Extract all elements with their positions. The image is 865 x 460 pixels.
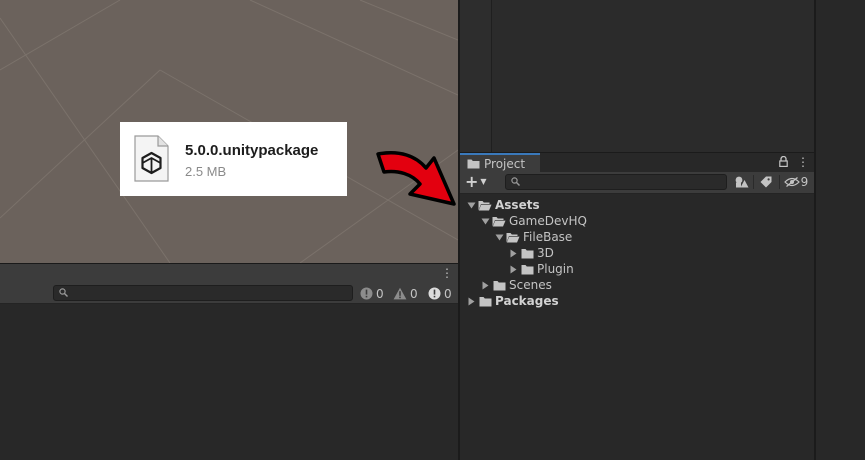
unity-package-file[interactable]: 5.0.0.unitypackage 2.5 MB	[120, 122, 347, 196]
right-panel	[816, 0, 865, 460]
tree-item-assets[interactable]: Assets	[465, 197, 540, 213]
console-log-area[interactable]	[0, 304, 458, 460]
create-asset-button[interactable]: + ▼	[465, 174, 495, 190]
warning-icon	[393, 287, 407, 300]
folder-icon	[467, 158, 480, 172]
warning-count-toggle[interactable]: 0	[393, 285, 418, 302]
tab-project[interactable]: Project	[460, 153, 540, 172]
filter-by-type-icon[interactable]	[732, 173, 752, 191]
warning-count: 0	[410, 286, 418, 301]
tree-item-label: Plugin	[537, 262, 574, 276]
log-count-toggle[interactable]: 0	[360, 285, 384, 302]
toolbar-separator	[779, 175, 780, 189]
tree-item-label: 3D	[537, 246, 554, 260]
console-menu-kebab-icon[interactable]: ⋮	[441, 265, 453, 281]
log-count: 0	[376, 286, 384, 301]
tree-item-3d[interactable]: 3D	[507, 245, 554, 261]
side-strip	[460, 0, 491, 152]
collapsed-arrow-icon[interactable]	[507, 261, 519, 277]
lock-icon[interactable]	[779, 155, 788, 170]
tree-item-label: Packages	[495, 294, 559, 308]
open-folder-icon	[477, 197, 493, 213]
tree-item-packages[interactable]: Packages	[465, 293, 559, 309]
tab-project-label: Project	[484, 157, 526, 171]
hidden-packages-toggle[interactable]: 9	[781, 173, 811, 191]
expanded-arrow-icon[interactable]	[479, 213, 491, 229]
collapsed-arrow-icon[interactable]	[479, 277, 491, 293]
search-icon	[511, 177, 520, 190]
hidden-packages-count: 9	[800, 175, 809, 189]
project-menu-kebab-icon[interactable]: ⋮	[797, 154, 809, 170]
package-file-size: 2.5 MB	[185, 164, 227, 179]
console-header	[0, 264, 458, 282]
error-count: 0	[444, 286, 452, 301]
tree-item-gamedevhq[interactable]: GameDevHQ	[479, 213, 587, 229]
error-count-toggle[interactable]: 0	[428, 285, 452, 302]
console-search-input[interactable]	[53, 285, 353, 301]
inspector-panel	[492, 0, 814, 152]
tree-item-label: FileBase	[523, 230, 573, 244]
open-folder-icon	[505, 229, 521, 245]
toolbar-separator	[753, 175, 754, 189]
tree-item-label: GameDevHQ	[509, 214, 587, 228]
eye-slash-icon	[783, 177, 800, 187]
project-search-input[interactable]	[505, 174, 727, 190]
search-icon	[59, 288, 68, 301]
tree-item-filebase[interactable]: FileBase	[493, 229, 572, 245]
error-icon	[428, 287, 441, 300]
folder-icon	[491, 277, 507, 293]
folder-icon	[519, 245, 535, 261]
expanded-arrow-icon[interactable]	[493, 229, 505, 245]
unity-package-file-icon	[133, 135, 169, 182]
folder-icon	[519, 261, 535, 277]
filter-by-label-icon[interactable]	[756, 173, 776, 191]
tree-item-label: Assets	[495, 198, 540, 212]
package-file-name: 5.0.0.unitypackage	[185, 142, 319, 159]
collapsed-arrow-icon[interactable]	[465, 293, 477, 309]
expanded-arrow-icon[interactable]	[465, 197, 477, 213]
folder-icon	[477, 293, 493, 309]
info-icon	[360, 287, 373, 300]
tree-item-label: Scenes	[509, 278, 552, 292]
chevron-down-icon: ▼	[480, 177, 487, 186]
tree-item-scenes[interactable]: Scenes	[479, 277, 552, 293]
tree-item-plugin[interactable]: Plugin	[507, 261, 574, 277]
red-arrow-annotation	[376, 151, 456, 206]
project-folder-tree: Assets GameDevHQ FileBase 3D Plugin Scenes Pac…	[460, 195, 814, 460]
open-folder-icon	[491, 213, 507, 229]
collapsed-arrow-icon[interactable]	[507, 245, 519, 261]
plus-icon: +	[465, 172, 479, 191]
